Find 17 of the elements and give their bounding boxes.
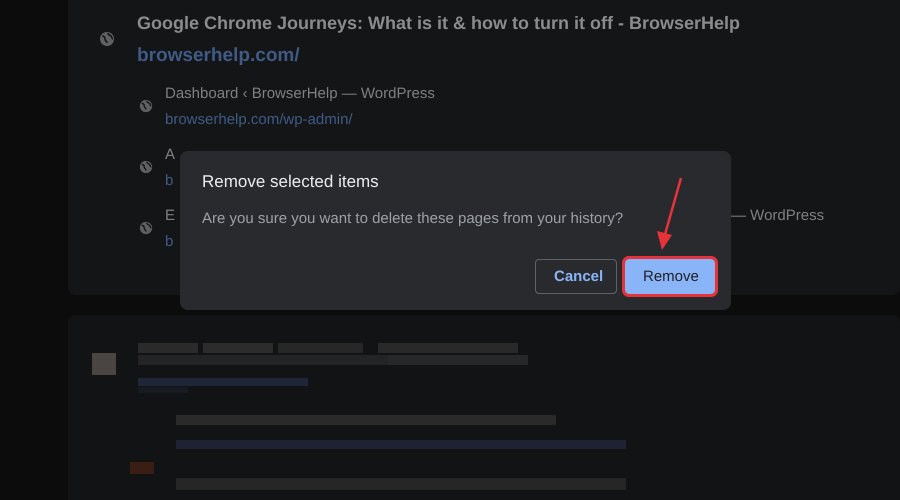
- group-url[interactable]: browserhelp.com/: [137, 43, 300, 69]
- globe-icon: [99, 31, 115, 47]
- history-item-title: — WordPress: [731, 206, 824, 226]
- history-item-url[interactable]: browserhelp.com/wp-admin/: [165, 110, 353, 130]
- group-title: Google Chrome Journeys: What is it & how to turn it off - BrowserHelp: [137, 12, 740, 35]
- globe-icon: [139, 99, 153, 113]
- history-item-url[interactable]: b: [165, 232, 174, 252]
- dialog-message: Are you sure you want to delete these pages from your history?: [202, 209, 624, 229]
- history-item-title[interactable]: Dashboard ‹ BrowserHelp — WordPress: [165, 84, 435, 104]
- remove-button[interactable]: Remove: [625, 259, 715, 294]
- history-item-title[interactable]: E: [165, 206, 176, 226]
- history-item-title[interactable]: A: [165, 145, 176, 165]
- globe-icon: [139, 160, 153, 174]
- cancel-button[interactable]: Cancel: [535, 259, 617, 294]
- globe-icon: [139, 221, 153, 235]
- history-item-url[interactable]: b: [165, 171, 174, 191]
- dialog-title: Remove selected items: [202, 171, 379, 193]
